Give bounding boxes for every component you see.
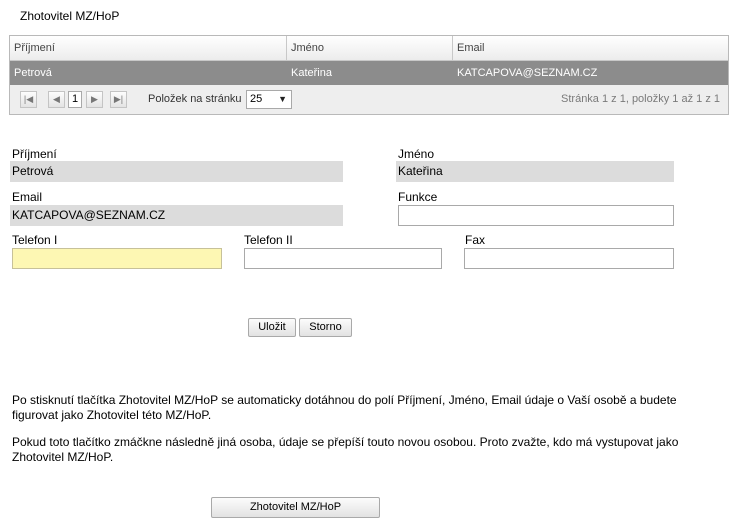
- fax-input[interactable]: [464, 248, 674, 269]
- dropdown-arrow-icon: ▼: [278, 94, 287, 104]
- cell-prijmeni: Petrová: [14, 67, 52, 79]
- cell-email: KATCAPOVA@SEZNAM.CZ: [457, 67, 598, 79]
- grid-header: Příjmení Jméno Email: [10, 36, 728, 61]
- jmeno-field: Kateřina: [396, 161, 674, 182]
- last-page-icon[interactable]: ▶|: [110, 91, 127, 108]
- zhotovitel-button[interactable]: Zhotovitel MZ/HoP: [211, 497, 380, 518]
- page-title: Zhotovitel MZ/HoP: [20, 9, 120, 23]
- cancel-button[interactable]: Storno: [299, 318, 352, 337]
- info-text-1: Po stisknutí tlačítka Zhotovitel MZ/HoP …: [12, 393, 677, 422]
- email-field: KATCAPOVA@SEZNAM.CZ: [10, 205, 343, 226]
- telefon2-label: Telefon II: [244, 233, 293, 247]
- funkce-input[interactable]: [398, 205, 674, 226]
- per-page-label: Položek na stránku: [148, 93, 242, 105]
- table-row[interactable]: Petrová Kateřina KATCAPOVA@SEZNAM.CZ: [10, 61, 728, 85]
- prijmeni-field: Petrová: [10, 161, 343, 182]
- column-header-email[interactable]: Email: [453, 36, 728, 60]
- per-page-select[interactable]: 25 ▼: [246, 90, 292, 109]
- telefon1-input[interactable]: [12, 248, 222, 269]
- column-header-prijmeni[interactable]: Příjmení: [10, 36, 287, 60]
- pager: |◀ ◀ 1 ▶ ▶| Položek na stránku 25 ▼ Strá…: [10, 85, 728, 114]
- first-page-icon[interactable]: |◀: [20, 91, 37, 108]
- info-text-2: Pokud toto tlačítko zmáčkne následně jin…: [12, 435, 679, 464]
- jmeno-label: Jméno: [398, 147, 435, 161]
- prev-page-icon[interactable]: ◀: [48, 91, 65, 108]
- column-header-jmeno[interactable]: Jméno: [287, 36, 453, 60]
- save-button[interactable]: Uložit: [248, 318, 296, 337]
- telefon1-label: Telefon I: [12, 233, 58, 247]
- email-label: Email: [12, 190, 43, 204]
- current-page-number[interactable]: 1: [68, 91, 82, 108]
- next-page-icon[interactable]: ▶: [86, 91, 103, 108]
- pager-info: Stránka 1 z 1, položky 1 až 1 z 1: [561, 93, 720, 105]
- fax-label: Fax: [465, 233, 486, 247]
- funkce-label: Funkce: [398, 190, 438, 204]
- persons-grid: Příjmení Jméno Email Petrová Kateřina KA…: [9, 35, 729, 115]
- telefon2-input[interactable]: [244, 248, 442, 269]
- per-page-value: 25: [250, 93, 263, 105]
- cell-jmeno: Kateřina: [291, 67, 332, 79]
- prijmeni-label: Příjmení: [12, 147, 57, 161]
